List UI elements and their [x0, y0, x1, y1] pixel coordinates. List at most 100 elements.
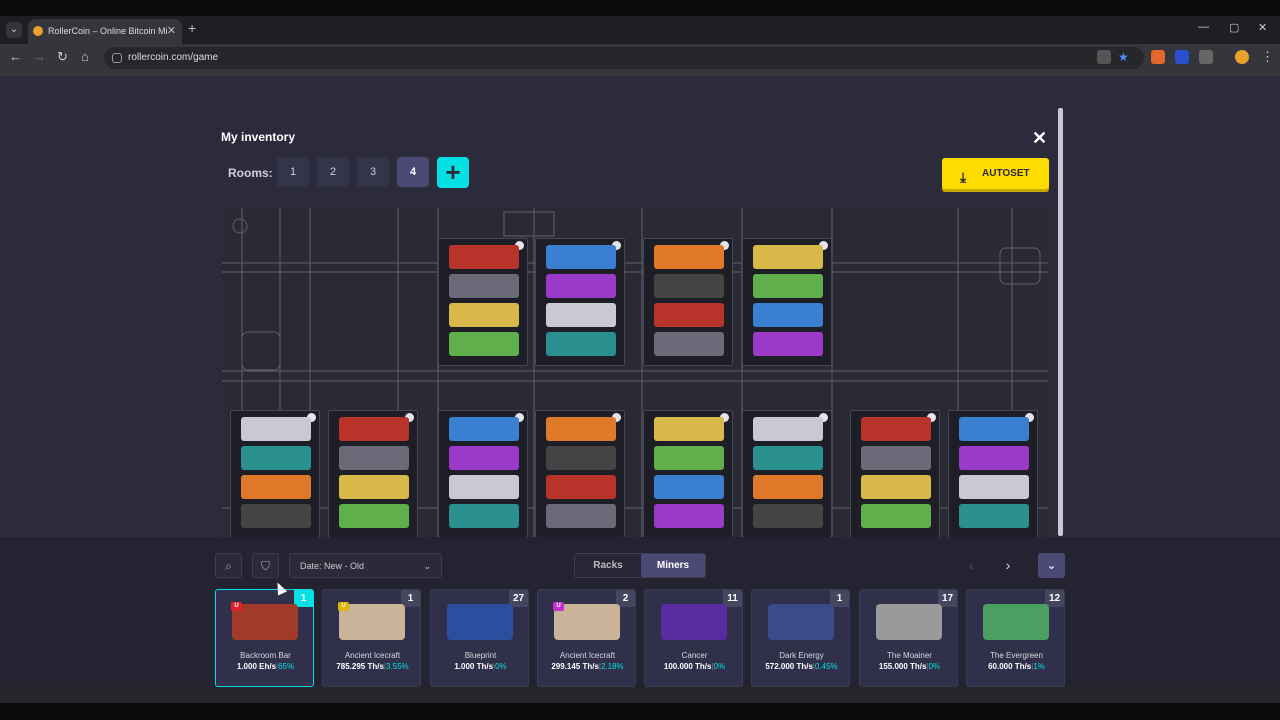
placed-miner[interactable] — [654, 332, 724, 356]
placed-miner[interactable] — [654, 245, 724, 269]
tab-rollercoin[interactable]: RollerCoin – Online Bitcoin Mi ✕ — [28, 19, 182, 44]
placed-miner[interactable] — [753, 332, 823, 356]
placed-miner[interactable] — [959, 504, 1029, 528]
placed-miner[interactable] — [449, 475, 519, 499]
placed-miner[interactable] — [753, 274, 823, 298]
placed-miner[interactable] — [753, 245, 823, 269]
forward-icon[interactable]: → — [33, 49, 46, 64]
rack[interactable] — [328, 410, 418, 538]
placed-miner[interactable] — [449, 274, 519, 298]
next-page-button[interactable]: › — [995, 553, 1021, 578]
placed-miner[interactable] — [546, 475, 616, 499]
back-icon[interactable]: ← — [9, 49, 22, 64]
placed-miner[interactable] — [959, 417, 1029, 441]
miner-card[interactable]: 11 Cancer 100.000 Th/s|0% — [644, 589, 743, 687]
placed-miner[interactable] — [241, 417, 311, 441]
placed-miner[interactable] — [654, 303, 724, 327]
miner-card[interactable]: 1 Dark Energy 572.000 Th/s|0.45% — [751, 589, 850, 687]
placed-miner[interactable] — [449, 446, 519, 470]
install-app-icon[interactable] — [1097, 50, 1111, 64]
placed-miner[interactable] — [654, 417, 724, 441]
rack[interactable] — [438, 410, 528, 538]
placed-miner[interactable] — [546, 245, 616, 269]
placed-miner[interactable] — [654, 475, 724, 499]
miner-card[interactable]: 2 U Ancient Icecraft 299.145 Th/s|2.18% — [537, 589, 636, 687]
extension-fox-icon[interactable] — [1151, 50, 1165, 64]
placed-miner[interactable] — [753, 303, 823, 327]
room-tab-1[interactable]: 1 — [277, 157, 309, 187]
sort-dropdown[interactable]: Date: New - Old ⌄ — [289, 553, 442, 578]
add-room-button[interactable]: + — [437, 157, 469, 188]
autoset-button[interactable]: ⤓ AUTOSET — [942, 158, 1049, 189]
browser-menu-icon[interactable]: ⋮ — [1261, 49, 1274, 65]
placed-miner[interactable] — [241, 475, 311, 499]
placed-miner[interactable] — [546, 274, 616, 298]
placed-miner[interactable] — [861, 417, 931, 441]
minimize-button[interactable]: — — [1198, 21, 1209, 33]
placed-miner[interactable] — [546, 446, 616, 470]
miner-card[interactable]: 27 Blueprint 1.000 Th/s|0% — [430, 589, 529, 687]
rack[interactable] — [742, 410, 832, 538]
extensions-puzzle-icon[interactable] — [1199, 50, 1213, 64]
placed-miner[interactable] — [546, 332, 616, 356]
placed-miner[interactable] — [861, 504, 931, 528]
placed-miner[interactable] — [546, 303, 616, 327]
rack[interactable] — [643, 238, 733, 366]
placed-miner[interactable] — [339, 446, 409, 470]
placed-miner[interactable] — [546, 417, 616, 441]
extension-icon[interactable] — [1175, 50, 1189, 64]
miner-card[interactable]: 1 U Ancient Icecraft 785.295 Th/s|3.55% — [322, 589, 421, 687]
placed-miner[interactable] — [241, 504, 311, 528]
placed-miner[interactable] — [449, 332, 519, 356]
tab-close-icon[interactable]: ✕ — [167, 19, 176, 44]
close-button[interactable]: ✕ — [1032, 128, 1047, 149]
placed-miner[interactable] — [654, 274, 724, 298]
room-tab-3[interactable]: 3 — [357, 157, 389, 187]
modal-scrollbar[interactable] — [1058, 108, 1063, 536]
rack[interactable] — [535, 238, 625, 366]
placed-miner[interactable] — [339, 475, 409, 499]
placed-miner[interactable] — [339, 504, 409, 528]
site-info-icon[interactable] — [112, 53, 122, 63]
window-close-button[interactable]: ✕ — [1258, 21, 1267, 34]
placed-miner[interactable] — [546, 504, 616, 528]
new-tab-button[interactable]: + — [188, 20, 196, 36]
url-field[interactable]: rollercoin.com/game — [104, 47, 1144, 69]
placed-miner[interactable] — [861, 446, 931, 470]
placed-miner[interactable] — [241, 446, 311, 470]
rack[interactable] — [850, 410, 940, 538]
placed-miner[interactable] — [654, 504, 724, 528]
placed-miner[interactable] — [753, 446, 823, 470]
placed-miner[interactable] — [449, 245, 519, 269]
placed-miner[interactable] — [959, 446, 1029, 470]
profile-avatar[interactable] — [1235, 50, 1249, 64]
rack[interactable] — [948, 410, 1038, 538]
prev-page-button[interactable]: ‹ — [958, 553, 984, 578]
search-button[interactable]: ⌕ — [215, 553, 242, 578]
tab-racks[interactable]: Racks — [575, 554, 641, 577]
rack[interactable] — [742, 238, 832, 366]
maximize-button[interactable]: ▢ — [1229, 21, 1239, 34]
tab-miners[interactable]: Miners — [641, 554, 705, 577]
room-tab-2[interactable]: 2 — [317, 157, 349, 187]
rack[interactable] — [643, 410, 733, 538]
placed-miner[interactable] — [753, 475, 823, 499]
placed-miner[interactable] — [449, 504, 519, 528]
placed-miner[interactable] — [861, 475, 931, 499]
miner-card[interactable]: 17 The Moainer 155.000 Th/s|0% — [859, 589, 958, 687]
placed-miner[interactable] — [449, 303, 519, 327]
placed-miner[interactable] — [654, 446, 724, 470]
expand-panel-button[interactable]: ⌄ — [1038, 553, 1065, 578]
rack[interactable] — [535, 410, 625, 538]
room-tab-4[interactable]: 4 — [397, 157, 429, 187]
tab-search-button[interactable]: ⌄ — [6, 22, 22, 38]
placed-miner[interactable] — [339, 417, 409, 441]
rack[interactable] — [438, 238, 528, 366]
placed-miner[interactable] — [959, 475, 1029, 499]
miner-card[interactable]: 1 U Backroom Bar 1.000 Eh/s|65% — [215, 589, 314, 687]
placed-miner[interactable] — [753, 504, 823, 528]
reload-icon[interactable]: ↻ — [57, 49, 68, 65]
miner-card[interactable]: 12 The Evergreen 60.000 Th/s|1% — [966, 589, 1065, 687]
bookmark-star-icon[interactable]: ★ — [1118, 50, 1132, 64]
placed-miner[interactable] — [753, 417, 823, 441]
